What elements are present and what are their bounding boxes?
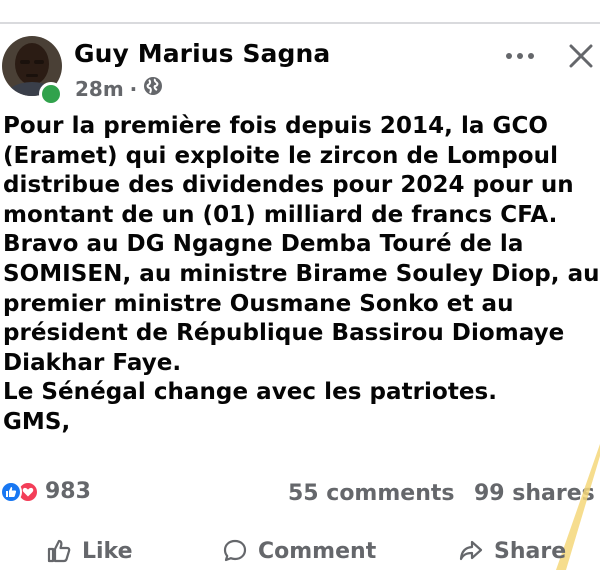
online-status-dot	[39, 82, 63, 106]
reaction-count: 983	[45, 479, 91, 504]
meta-separator: ·	[129, 76, 138, 101]
post-text-line: SOMISEN, au ministre Birame Souley Diop,…	[3, 260, 600, 287]
post-card: Guy Marius Sagna 28m · Pour la première …	[0, 24, 600, 570]
post-text-line: président de République Bassirou Diomaye	[3, 320, 565, 347]
comment-label: Comment	[258, 538, 377, 564]
post-text-line: Diakhar Faye.	[3, 349, 182, 376]
like-label: Like	[82, 538, 133, 564]
post-text-line: montant de un (01) milliard de francs CF…	[3, 201, 558, 228]
like-icon	[47, 539, 71, 563]
top-divider	[0, 0, 600, 24]
action-bar: Like Comment Share	[0, 526, 600, 570]
post-timestamp[interactable]: 28m	[75, 77, 124, 101]
author-name[interactable]: Guy Marius Sagna	[74, 39, 330, 68]
share-button[interactable]: Share	[458, 538, 566, 564]
share-label: Share	[494, 538, 567, 564]
post-text-line: Bravo au DG Ngagne Demba Touré de la	[3, 231, 524, 258]
close-button[interactable]	[565, 40, 597, 72]
post-text-line: GMS,	[3, 408, 71, 435]
share-icon	[459, 540, 483, 561]
post-text: Pour la première fois depuis 2014, la GC…	[3, 112, 600, 438]
more-options-button[interactable]	[502, 44, 538, 68]
post-text-line: Pour la première fois depuis 2014, la GC…	[3, 113, 548, 139]
comment-icon	[223, 539, 247, 562]
like-button[interactable]: Like	[46, 538, 133, 564]
post-text-line: premier ministre Ousmane Sonko et au	[3, 290, 514, 317]
close-icon	[569, 44, 593, 68]
shares-count[interactable]: 99 shares	[474, 481, 595, 506]
comments-count[interactable]: 55 comments	[288, 481, 454, 506]
reactions-summary[interactable]: 983	[0, 479, 91, 504]
post-text-line: distribue des dividendes pour 2024 pour …	[3, 172, 574, 199]
like-reaction-icon	[0, 480, 22, 503]
more-options-icon	[506, 53, 534, 59]
comment-button[interactable]: Comment	[222, 538, 376, 564]
globe-icon[interactable]	[143, 76, 163, 101]
post-text-line: (Eramet) qui exploite le zircon de Lompo…	[3, 142, 558, 169]
post-meta: 28m ·	[75, 76, 163, 101]
post-text-line: Le Sénégal change avec les patriotes.	[3, 379, 498, 406]
